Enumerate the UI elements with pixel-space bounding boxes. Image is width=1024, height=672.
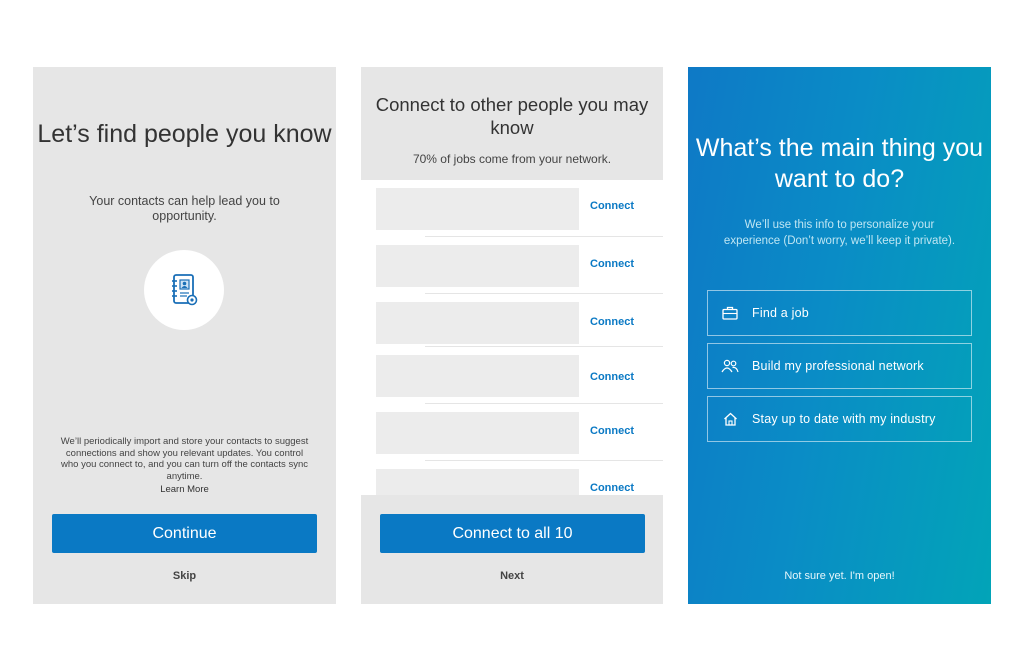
people-icon (708, 359, 752, 373)
connect-header: Connect to other people you may know 70%… (361, 67, 663, 180)
person-placeholder (376, 188, 579, 230)
person-placeholder (376, 245, 579, 287)
connect-button[interactable]: Connect (590, 316, 634, 328)
learn-more-link[interactable]: Learn More (33, 484, 336, 495)
skip-link[interactable]: Skip (33, 570, 336, 582)
continue-button[interactable]: Continue (52, 514, 317, 553)
person-placeholder (376, 355, 579, 397)
page-subtitle: Your contacts can help lead you to oppor… (89, 194, 280, 223)
privacy-notice: We’ll periodically import and store your… (60, 436, 309, 482)
connect-all-button[interactable]: Connect to all 10 (380, 514, 645, 553)
not-sure-link[interactable]: Not sure yet. I'm open! (688, 570, 991, 582)
briefcase-icon (708, 306, 752, 320)
option-label: Stay up to date with my industry (752, 412, 936, 426)
connect-people-screen: Connect to other people you may know 70%… (361, 67, 663, 604)
goal-selection-screen: What’s the main thing you want to do? We… (688, 67, 991, 604)
person-placeholder (376, 469, 579, 495)
page-subtitle: We’ll use this info to personalize your … (723, 219, 956, 247)
option-find-job[interactable]: Find a job (707, 290, 972, 336)
option-stay-updated[interactable]: Stay up to date with my industry (707, 396, 972, 442)
page-subtitle: 70% of jobs come from your network. (412, 152, 612, 166)
list-item: Connect (361, 461, 663, 495)
person-placeholder (376, 412, 579, 454)
option-build-network[interactable]: Build my professional network (707, 343, 972, 389)
connect-button[interactable]: Connect (590, 425, 634, 437)
suggestion-list: Connect Connect Connect Connect Connect … (361, 180, 663, 495)
list-item: Connect (361, 347, 663, 404)
list-item: Connect (361, 237, 663, 294)
person-placeholder (376, 302, 579, 344)
next-link[interactable]: Next (361, 570, 663, 582)
connect-button[interactable]: Connect (590, 371, 634, 383)
page-title: What’s the main thing you want to do? (695, 134, 984, 193)
address-book-badge (144, 250, 224, 330)
address-book-icon (172, 274, 198, 306)
page-title: Connect to other people you may know (375, 94, 649, 138)
list-item: Connect (361, 294, 663, 347)
list-item: Connect (361, 180, 663, 237)
list-item: Connect (361, 404, 663, 461)
page-title: Let’s find people you know (37, 120, 332, 148)
connect-button[interactable]: Connect (590, 258, 634, 270)
connect-button[interactable]: Connect (590, 482, 634, 494)
connect-button[interactable]: Connect (590, 200, 634, 212)
home-icon (708, 412, 752, 426)
option-label: Build my professional network (752, 359, 924, 373)
find-people-screen: Let’s find people you know Your contacts… (33, 67, 336, 604)
option-label: Find a job (752, 306, 809, 320)
